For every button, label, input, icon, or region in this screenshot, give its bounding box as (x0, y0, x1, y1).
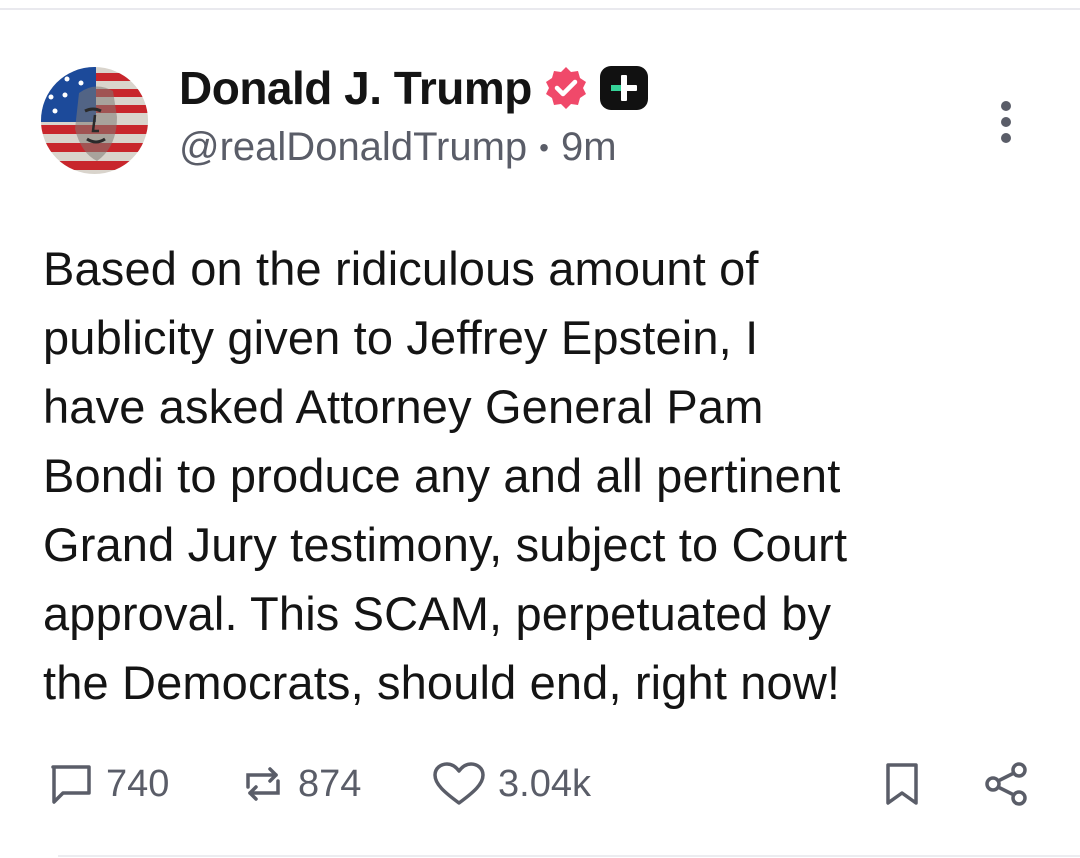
share-button[interactable] (982, 750, 1030, 818)
bookmark-icon (886, 763, 918, 805)
more-vertical-icon (1001, 101, 1011, 143)
action-bar: 740 874 3.04k (0, 750, 1080, 818)
share-icon (985, 762, 1027, 806)
post-timestamp[interactable]: 9m (561, 125, 617, 170)
top-divider (0, 8, 1080, 10)
separator-dot: • (539, 131, 549, 163)
post-body: Based on the ridiculous amount of public… (43, 242, 848, 709)
reply-count: 740 (106, 762, 170, 805)
author-meta: @realDonaldTrump • 9m (179, 125, 617, 170)
like-count: 3.04k (498, 762, 591, 805)
repost-count: 874 (298, 762, 362, 805)
avatar[interactable] (41, 67, 148, 174)
reply-button[interactable]: 740 (48, 750, 169, 818)
like-icon (433, 762, 485, 805)
like-button[interactable]: 3.04k (432, 750, 591, 818)
avatar-image (41, 67, 148, 174)
repost-icon (246, 767, 280, 801)
author-line: Donald J. Trump (179, 58, 649, 118)
author-display-name[interactable]: Donald J. Trump (179, 61, 532, 115)
bottom-divider (58, 855, 1080, 857)
reply-icon (51, 765, 91, 804)
author-handle[interactable]: @realDonaldTrump (179, 125, 527, 170)
bookmark-button[interactable] (884, 750, 920, 818)
plus-badge-icon (599, 65, 649, 111)
repost-button[interactable]: 874 (240, 750, 361, 818)
verified-badge-icon (543, 65, 589, 111)
more-options-button[interactable] (992, 98, 1020, 146)
